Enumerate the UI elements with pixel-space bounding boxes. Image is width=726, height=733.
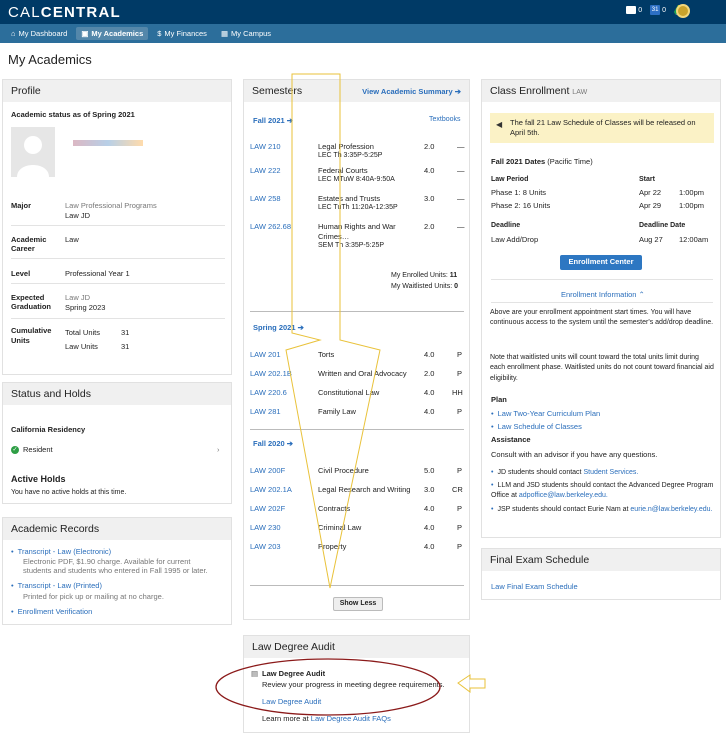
arrow-left-annotation — [457, 674, 486, 693]
annotation-overlay — [215, 73, 486, 716]
highlight-ellipse — [215, 658, 441, 716]
arrow-annotation — [285, 73, 381, 589]
